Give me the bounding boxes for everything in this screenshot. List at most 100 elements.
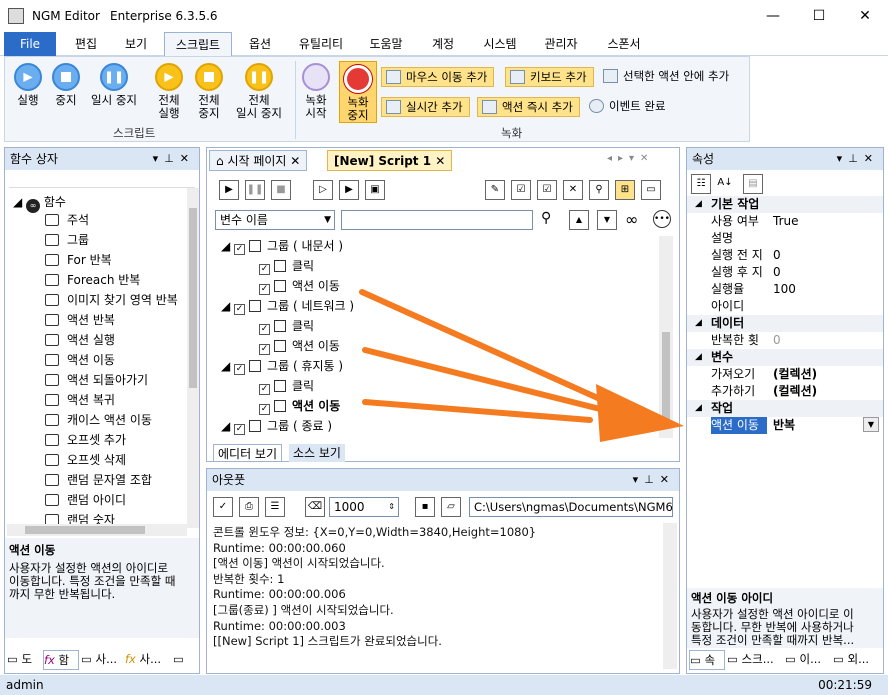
function-search-bar[interactable] xyxy=(9,174,195,188)
menu-sponsor[interactable]: 스폰서 xyxy=(596,32,652,56)
property-row[interactable]: 추가하기 (컬렉션) xyxy=(687,383,883,400)
script-group-row[interactable]: ◢ ✓ 그룹 ( 내문서 ) xyxy=(221,236,343,256)
checkbox[interactable]: ✓ xyxy=(234,244,246,255)
monitor-icon[interactable]: ▭ xyxy=(641,180,661,200)
pause-icon[interactable]: ❚❚ xyxy=(245,180,265,200)
add-mouse-move-button[interactable]: 마우스 이동 추가 xyxy=(381,67,495,87)
tab-source-view[interactable]: 소스 보기 xyxy=(289,444,345,462)
menu-help[interactable]: 도움말 xyxy=(358,32,414,56)
tab-functions[interactable]: fx 함 xyxy=(43,650,79,670)
script-action-row[interactable]: ✓ 클릭 xyxy=(259,316,314,336)
tree-root-functions[interactable]: ◢ ∞ 함수 xyxy=(13,192,66,213)
script-action-row[interactable]: ✓ 클릭 xyxy=(259,376,314,396)
script-action-row[interactable]: ✓ 클릭 xyxy=(259,256,314,276)
output-path-field[interactable]: C:\Users\ngmas\Documents\NGM6\ xyxy=(469,497,673,517)
checkbox[interactable]: ✓ xyxy=(259,344,270,355)
tree-view-icon[interactable]: ⊞ xyxy=(615,180,635,200)
delete-icon[interactable]: ✕ xyxy=(563,180,583,200)
folder-icon[interactable]: ▱ xyxy=(441,497,461,517)
more-icon[interactable]: ••• xyxy=(653,210,671,228)
menu-view[interactable]: 보기 xyxy=(112,32,160,56)
clear-output-icon[interactable]: ✓ xyxy=(213,497,233,517)
add-keyboard-button[interactable]: 키보드 추가 xyxy=(505,67,594,87)
tab-left-5[interactable]: ▭ xyxy=(173,650,197,670)
tab-script-list[interactable]: ▭ 스크... xyxy=(727,650,783,670)
pause-button[interactable]: ❚❚ 일시 중지 xyxy=(85,63,143,107)
add-action-now-button[interactable]: 액션 즉시 추가 xyxy=(477,97,580,117)
move-down-button[interactable]: ▼ xyxy=(597,210,617,230)
script-group-row[interactable]: ◢ ✓ 그룹 ( 종료 ) xyxy=(221,416,332,436)
tab-editor-view[interactable]: 에디터 보기 xyxy=(213,444,283,462)
stop-icon[interactable]: ■ xyxy=(271,180,291,200)
menu-file[interactable]: File xyxy=(4,32,56,56)
property-row[interactable]: 실행 후 지0 xyxy=(687,264,883,281)
property-section[interactable]: ◢ 변수 xyxy=(687,349,883,366)
checkbox[interactable]: ✓ xyxy=(259,284,270,295)
output-scrollbar[interactable] xyxy=(663,523,677,669)
run-button[interactable]: ▶ 실행 xyxy=(9,63,47,107)
menu-script[interactable]: 스크립트 xyxy=(164,32,232,57)
function-item[interactable]: 오프셋 추가 xyxy=(45,430,185,450)
tab-start-page[interactable]: ⌂ 시작 페이지 ✕ xyxy=(209,150,308,171)
loop-icon[interactable]: ∞ xyxy=(625,210,638,229)
function-item[interactable]: 액션 실행 xyxy=(45,330,185,350)
run-all-button[interactable]: ▶ 전체 실행 xyxy=(149,63,189,120)
minimize-button[interactable]: — xyxy=(750,0,796,32)
function-item[interactable]: 랜덤 문자열 조합 xyxy=(45,470,185,490)
menu-utility[interactable]: 유틸리티 xyxy=(290,32,352,56)
menu-account[interactable]: 계정 xyxy=(418,32,468,56)
checkbox[interactable]: ✓ xyxy=(259,384,270,395)
tab-properties[interactable]: ▭ 속 xyxy=(689,650,725,670)
checkbox[interactable]: ✓ xyxy=(234,364,246,375)
list-icon[interactable]: ☰ xyxy=(265,497,285,517)
maximize-button[interactable]: ☐ xyxy=(796,0,842,32)
function-item[interactable]: 이미지 찾기 영역 반복 xyxy=(45,290,185,310)
panel-controls[interactable]: ▾⊥✕ xyxy=(153,148,195,170)
property-row[interactable]: 액션 이동 반복 ▼ xyxy=(687,417,883,434)
menu-system[interactable]: 시스템 xyxy=(472,32,528,56)
record-stop-button[interactable]: 녹화 중지 xyxy=(339,61,377,123)
record-start-button[interactable]: 녹화 시작 xyxy=(299,63,333,120)
checkbox[interactable]: ✓ xyxy=(259,264,270,275)
check-icon[interactable]: ☑ xyxy=(537,180,557,200)
event-complete-button[interactable]: 이벤트 완료 xyxy=(585,97,666,117)
property-section[interactable]: ◢ 작업 xyxy=(687,400,883,417)
checkbox[interactable]: ✓ xyxy=(259,324,270,335)
property-row[interactable]: 실행 전 지0 xyxy=(687,247,883,264)
checkbox[interactable]: ✓ xyxy=(234,304,246,315)
property-row[interactable]: 설명 xyxy=(687,230,883,247)
step-over-icon[interactable]: ▣ xyxy=(365,180,385,200)
chevron-down-icon[interactable]: ▼ xyxy=(863,417,879,432)
function-list-hscrollbar[interactable] xyxy=(7,524,187,536)
function-item[interactable]: 오프셋 삭제 xyxy=(45,450,185,470)
menu-edit[interactable]: 편집 xyxy=(62,32,110,56)
property-pages-icon[interactable]: ▤ xyxy=(743,174,763,194)
tab-script-1[interactable]: [New] Script 1 ✕ xyxy=(327,150,453,171)
line-count-input[interactable]: 1000 ⇕ xyxy=(329,497,399,517)
categorized-icon[interactable]: ☷ xyxy=(691,174,711,194)
export-icon[interactable]: ⎙ xyxy=(239,497,259,517)
function-item[interactable]: 액션 복귀 xyxy=(45,390,185,410)
checkbox[interactable]: ✓ xyxy=(259,404,270,415)
function-item[interactable]: 주석 xyxy=(45,210,185,230)
sort-az-icon[interactable]: A↓ xyxy=(715,174,735,194)
tab-left-4[interactable]: fx 사... xyxy=(125,650,171,670)
property-section[interactable]: ◢ 데이터 xyxy=(687,315,883,332)
function-item[interactable]: 액션 되돌아가기 xyxy=(45,370,185,390)
property-row[interactable]: 가져오기 (컬렉션) xyxy=(687,366,883,383)
panel-controls[interactable]: ▾⊥✕ xyxy=(837,148,879,170)
stop-button[interactable]: 중지 xyxy=(47,63,85,107)
stop-all-button[interactable]: 전체 중지 xyxy=(189,63,229,120)
save-icon[interactable]: ▪ xyxy=(415,497,435,517)
script-action-row[interactable]: ✓ 액션 이동 xyxy=(259,276,340,296)
script-group-row[interactable]: ◢ ✓ 그룹 ( 휴지통 ) xyxy=(221,356,343,376)
run-icon[interactable]: ▶ xyxy=(219,180,239,200)
find-icon[interactable]: ⚲ xyxy=(589,180,609,200)
checkbox[interactable]: ✓ xyxy=(234,424,246,435)
step-into-icon[interactable]: ▶ xyxy=(339,180,359,200)
variable-name-combo[interactable]: 변수 이름 ▼ xyxy=(215,210,335,230)
tab-left-1[interactable]: ▭ 도 xyxy=(7,650,47,670)
function-item[interactable]: 캐이스 액션 이동 xyxy=(45,410,185,430)
add-in-selected-action-button[interactable]: 선택한 액션 안에 추가 xyxy=(599,67,729,87)
edit-icon[interactable]: ✎ xyxy=(485,180,505,200)
